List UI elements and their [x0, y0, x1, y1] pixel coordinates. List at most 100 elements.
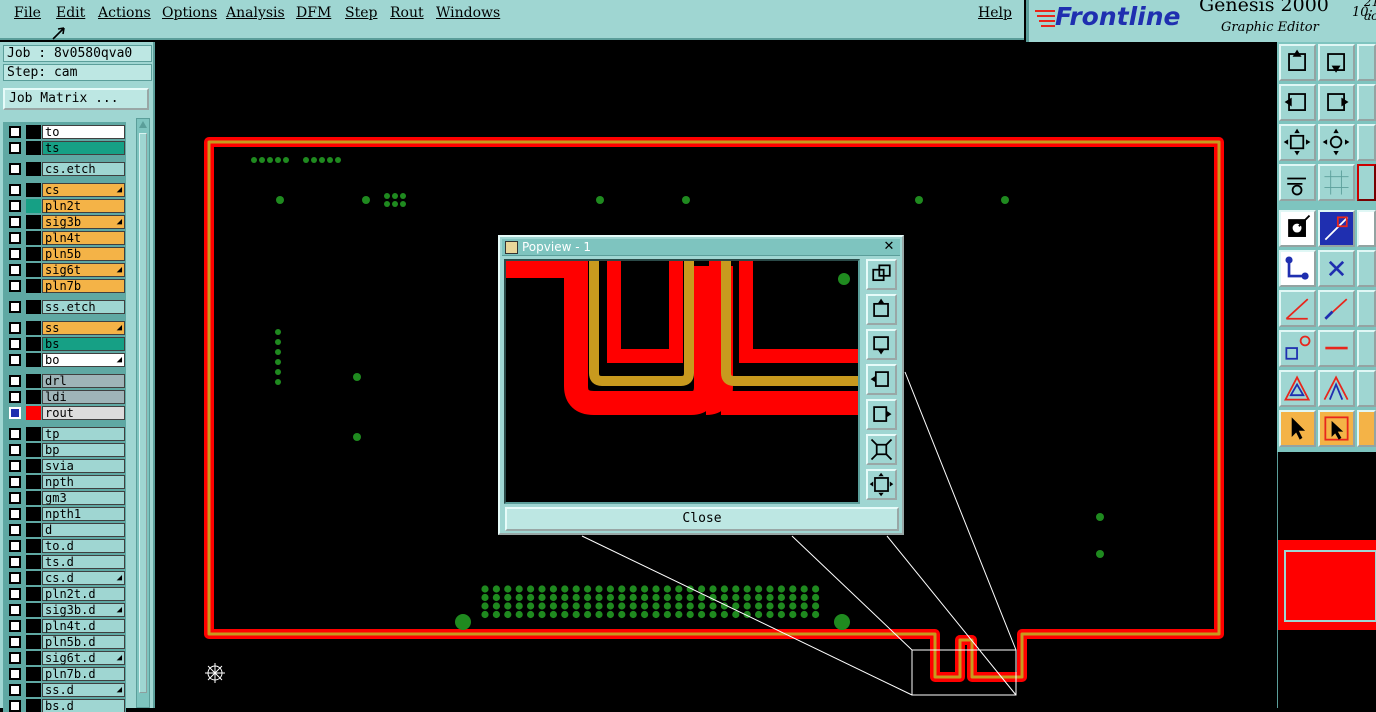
- layer-checkbox[interactable]: [9, 163, 21, 175]
- popview-pan-down-button[interactable]: [866, 329, 897, 360]
- layer-name[interactable]: pln4t.d: [42, 619, 125, 633]
- line-tool-button[interactable]: [1318, 210, 1355, 247]
- angle-tool-button[interactable]: [1279, 290, 1316, 327]
- layer-checkbox[interactable]: [9, 572, 21, 584]
- menu-rout[interactable]: Rout: [390, 5, 424, 21]
- layer-checkbox[interactable]: [9, 216, 21, 228]
- measure-tool-button[interactable]: [1279, 164, 1316, 201]
- layer-checkbox[interactable]: [9, 604, 21, 616]
- layer-checkbox[interactable]: [9, 460, 21, 472]
- layer-color-swatch[interactable]: [26, 699, 41, 712]
- layer-row-cs-etch[interactable]: cs.etch: [6, 162, 125, 176]
- menu-analysis[interactable]: Analysis: [226, 5, 285, 21]
- snap-button[interactable]: [1357, 164, 1376, 201]
- popview-close-button[interactable]: Close: [505, 507, 899, 531]
- layer-row-sig6t-d[interactable]: sig6t.d ◢: [6, 651, 125, 665]
- delete-feature-button[interactable]: [1318, 250, 1355, 287]
- layer-name[interactable]: ss.d: [42, 683, 125, 697]
- layer-name[interactable]: bs.d: [42, 699, 125, 712]
- layer-checkbox[interactable]: [9, 684, 21, 696]
- add-feature-button[interactable]: [1279, 210, 1316, 247]
- layer-row-npth1[interactable]: npth1: [6, 507, 125, 521]
- layer-name[interactable]: sig6t: [42, 263, 125, 277]
- layer-checkbox[interactable]: [9, 508, 21, 520]
- menu-options[interactable]: Options: [162, 5, 217, 21]
- layer-name[interactable]: sig6t.d: [42, 651, 125, 665]
- slope-more-button[interactable]: [1357, 290, 1376, 327]
- layer-name[interactable]: pln2t.d: [42, 587, 125, 601]
- layer-checkbox[interactable]: [9, 126, 21, 138]
- layer-name[interactable]: npth: [42, 475, 125, 489]
- layer-name[interactable]: d: [42, 523, 125, 537]
- layer-color-swatch[interactable]: [26, 635, 41, 649]
- overview-viewport[interactable]: [1284, 550, 1376, 622]
- layer-name[interactable]: sig3b: [42, 215, 125, 229]
- layer-color-swatch[interactable]: [26, 321, 41, 335]
- polygon-more-button[interactable]: [1357, 370, 1376, 407]
- scroll-up-icon[interactable]: [138, 120, 148, 130]
- popview-pan-right-button[interactable]: [866, 399, 897, 430]
- slope-tool-button[interactable]: [1318, 290, 1355, 327]
- menu-file[interactable]: File: [14, 5, 41, 21]
- layer-color-swatch[interactable]: [26, 683, 41, 697]
- layer-row-bs-d[interactable]: bs.d: [6, 699, 125, 712]
- layer-checkbox[interactable]: [9, 184, 21, 196]
- layer-row-d[interactable]: d: [6, 523, 125, 537]
- layer-checkbox[interactable]: [9, 428, 21, 440]
- layer-name[interactable]: sig3b.d: [42, 603, 125, 617]
- popview-zoom-out-button[interactable]: [866, 469, 897, 500]
- layer-name[interactable]: gm3: [42, 491, 125, 505]
- layer-row-pln5b[interactable]: pln5b: [6, 247, 125, 261]
- layer-row-cs[interactable]: cs ◢: [6, 183, 125, 197]
- pad-tool-button[interactable]: [1279, 330, 1316, 367]
- layer-color-swatch[interactable]: [26, 571, 41, 585]
- menu-help[interactable]: Help: [978, 5, 1012, 21]
- select-more-button[interactable]: [1357, 410, 1376, 447]
- layer-checkbox[interactable]: [9, 540, 21, 552]
- layer-color-swatch[interactable]: [26, 555, 41, 569]
- layer-name[interactable]: bp: [42, 443, 125, 457]
- layer-checkbox[interactable]: [9, 142, 21, 154]
- layer-row-drl[interactable]: drl: [6, 374, 125, 388]
- layer-color-swatch[interactable]: [26, 300, 41, 314]
- layer-color-swatch[interactable]: [26, 231, 41, 245]
- pad-more-button[interactable]: [1357, 330, 1376, 367]
- layer-row-ss-etch[interactable]: ss.etch: [6, 300, 125, 314]
- layer-row-pln7b[interactable]: pln7b: [6, 279, 125, 293]
- route-tool-button[interactable]: [1357, 84, 1376, 121]
- layer-checkbox[interactable]: [9, 200, 21, 212]
- layer-row-bs[interactable]: bs: [6, 337, 125, 351]
- layer-color-swatch[interactable]: [26, 406, 41, 420]
- layer-color-swatch[interactable]: [26, 353, 41, 367]
- layer-row-tp[interactable]: tp: [6, 427, 125, 441]
- layer-name[interactable]: pln5b.d: [42, 635, 125, 649]
- layer-name[interactable]: to: [42, 125, 125, 139]
- menu-step[interactable]: Step: [345, 5, 377, 21]
- layer-row-cs-d[interactable]: cs.d ◢: [6, 571, 125, 585]
- layer-color-swatch[interactable]: [26, 374, 41, 388]
- layer-color-swatch[interactable]: [26, 475, 41, 489]
- layer-name[interactable]: svia: [42, 459, 125, 473]
- layer-checkbox[interactable]: [9, 492, 21, 504]
- triangle-tool-button[interactable]: [1279, 370, 1316, 407]
- layer-row-to-d[interactable]: to.d: [6, 539, 125, 553]
- layer-name[interactable]: ss.etch: [42, 300, 125, 314]
- layer-color-swatch[interactable]: [26, 507, 41, 521]
- layer-color-swatch[interactable]: [26, 279, 41, 293]
- layer-color-swatch[interactable]: [26, 459, 41, 473]
- layer-row-to[interactable]: to: [6, 125, 125, 139]
- layer-color-swatch[interactable]: [26, 263, 41, 277]
- layer-checkbox[interactable]: [9, 301, 21, 313]
- layer-name[interactable]: tp: [42, 427, 125, 441]
- layer-checkbox[interactable]: [9, 375, 21, 387]
- job-matrix-button[interactable]: Job Matrix ...: [3, 88, 149, 110]
- layer-color-swatch[interactable]: [26, 247, 41, 261]
- layer-checkbox[interactable]: [9, 280, 21, 292]
- overview-panel[interactable]: [1277, 452, 1376, 708]
- layer-row-bp[interactable]: bp: [6, 443, 125, 457]
- move-more-button[interactable]: [1357, 44, 1376, 81]
- popview-zoom-in-button[interactable]: [866, 434, 897, 465]
- menu-dfm[interactable]: DFM: [296, 5, 331, 21]
- layer-row-ss-d[interactable]: ss.d ◢: [6, 683, 125, 697]
- layer-name[interactable]: drl: [42, 374, 125, 388]
